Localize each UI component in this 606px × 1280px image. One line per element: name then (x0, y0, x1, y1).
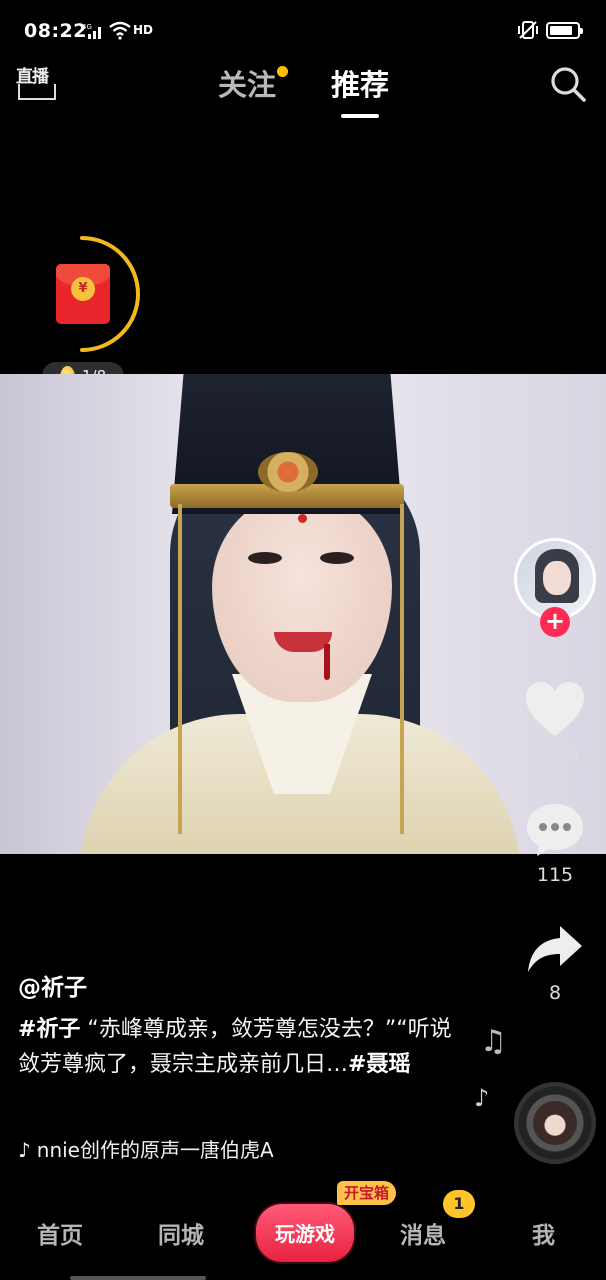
nav-nearby[interactable]: 同城 (158, 1216, 204, 1250)
play-game-button[interactable]: 玩游戏 (256, 1204, 354, 1262)
comment-count: 115 (536, 864, 574, 886)
video-player[interactable] (0, 374, 606, 854)
network-type: 4G (82, 23, 92, 31)
like-button[interactable]: 2860 (520, 680, 590, 766)
tab-recommended-label: 推荐 (331, 68, 390, 102)
floating-note-icon: ♪ (474, 1084, 490, 1112)
battery-icon (546, 22, 583, 39)
status-bar: 08:22 4G HD (0, 0, 606, 60)
caption-hashtag-2[interactable]: #聂瑶 (348, 1052, 410, 1077)
message-count-badge: 1 (443, 1190, 475, 1218)
author-handle[interactable]: @祈子 (18, 968, 87, 1002)
tab-recommended[interactable]: 推荐 (331, 62, 389, 104)
video-caption[interactable]: #祈子 “赤峰尊成亲，敛芳尊怎没去？”“听说敛芳尊疯了，聂宗主成亲前几日…#聂瑶 (18, 1012, 458, 1082)
tv-icon (18, 84, 56, 100)
caption-hashtag[interactable]: #祈子 (18, 1017, 80, 1042)
wifi-icon (109, 21, 131, 40)
heart-icon (526, 682, 584, 736)
music-disc[interactable] (514, 1082, 596, 1164)
red-envelope-task[interactable]: ¥ (42, 234, 142, 354)
tab-following[interactable]: 关注 (218, 62, 289, 104)
nav-home[interactable]: 首页 (37, 1216, 83, 1250)
search-icon[interactable] (548, 64, 588, 104)
nav-messages[interactable]: 消息 (400, 1216, 446, 1250)
home-indicator (70, 1276, 206, 1280)
clock: 08:22 (24, 20, 87, 42)
active-tab-indicator (341, 114, 379, 118)
tiktok-note-icon: ♪ (18, 1138, 31, 1162)
share-count: 8 (548, 982, 562, 1004)
play-game-label: 玩游戏 (275, 1222, 335, 1246)
red-envelope-icon: ¥ (56, 264, 110, 324)
hd-indicator: HD (133, 23, 154, 37)
bottom-nav: 首页 同城 玩游戏 消息 我 (0, 1200, 606, 1280)
signal-icon: 4G (82, 23, 101, 39)
music-info[interactable]: ♪ nnie创作的原声一唐伯虎A (18, 1134, 274, 1163)
follow-plus-button[interactable]: + (540, 607, 570, 637)
nav-me[interactable]: 我 (532, 1216, 555, 1250)
floating-note-icon: ♫ (480, 1024, 507, 1059)
share-button[interactable]: 8 (520, 922, 590, 1004)
video-subject-face (212, 492, 392, 702)
live-button[interactable]: 直播 (16, 62, 58, 102)
comment-icon (527, 804, 583, 856)
open-treasure-badge[interactable]: 开宝箱 (337, 1181, 397, 1205)
share-arrow-icon (528, 926, 582, 972)
like-count: 2860 (530, 744, 580, 766)
new-content-dot (277, 66, 289, 77)
comment-button[interactable]: 115 (520, 800, 590, 886)
music-title: nnie创作的原声一唐伯虎A (36, 1138, 274, 1162)
vibrate-icon (518, 21, 538, 39)
tab-following-label: 关注 (218, 68, 277, 102)
